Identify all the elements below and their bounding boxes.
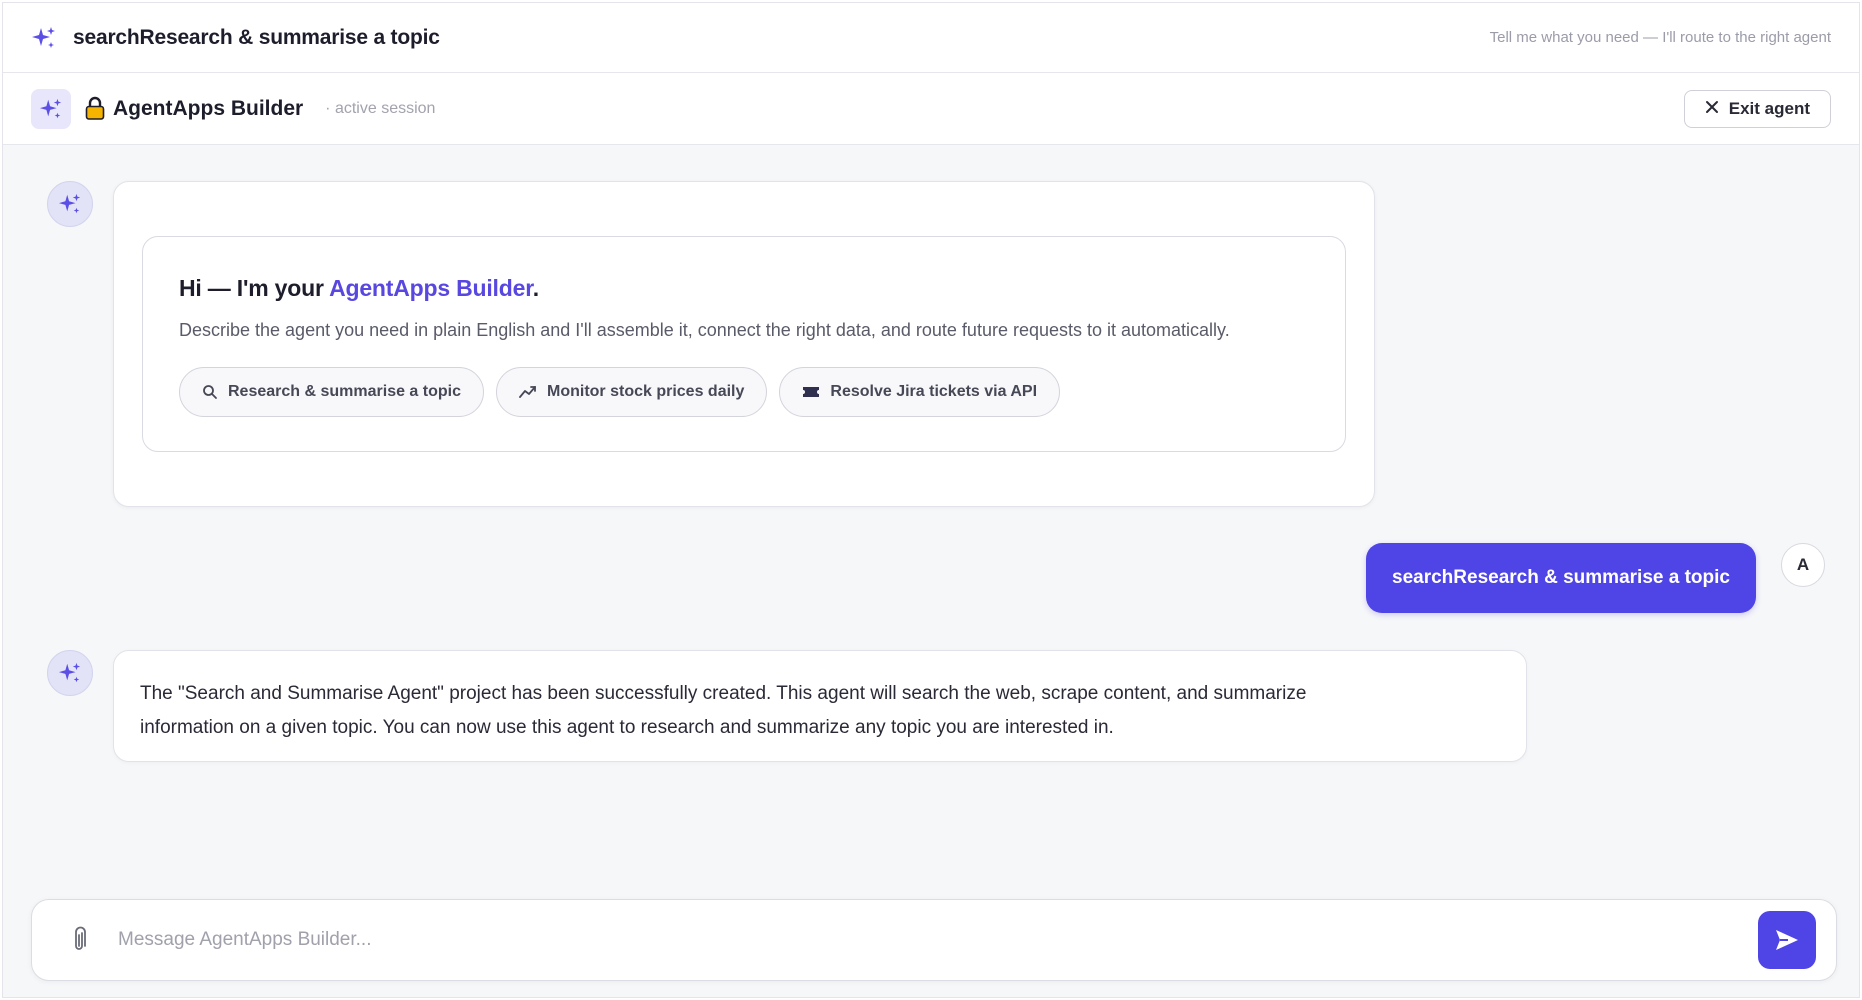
sparkle-icon <box>58 662 81 683</box>
exit-agent-label: Exit agent <box>1728 98 1810 118</box>
close-icon <box>1705 99 1719 119</box>
message-composer <box>31 899 1837 981</box>
session-status: · active session <box>325 99 436 117</box>
bot-avatar <box>47 650 93 696</box>
suggestion-chip-label: Research & summarise a topic <box>228 383 461 400</box>
app-window: searchResearch & summarise a topic Tell … <box>2 2 1860 998</box>
agent-sparkle-icon <box>31 88 71 129</box>
user-avatar: A <box>1781 543 1825 587</box>
lock-icon <box>85 96 105 120</box>
suggestion-chip-research[interactable]: Research & summarise a topic <box>179 367 484 417</box>
ticket-icon <box>803 387 820 397</box>
page-title: searchResearch & summarise a topic <box>73 25 440 49</box>
send-button[interactable] <box>1758 911 1816 969</box>
agent-name: AgentApps Builder <box>113 96 304 120</box>
paperclip-icon[interactable] <box>66 925 92 955</box>
welcome-title-prefix: Hi — I'm your <box>179 275 330 301</box>
user-message: searchResearch & summarise a topic <box>1366 543 1756 613</box>
message-input[interactable] <box>118 920 1758 960</box>
suggestion-chip-label: Resolve Jira tickets via API <box>830 383 1038 400</box>
bot-avatar <box>47 181 93 227</box>
welcome-description: Describe the agent you need in plain Eng… <box>179 320 1230 340</box>
top-bar: searchResearch & summarise a topic Tell … <box>3 3 1859 73</box>
bot-reply-line: information on a given topic. You can no… <box>140 717 1114 738</box>
search-icon <box>203 385 217 399</box>
welcome-message: Hi — I'm your AgentApps Builder. Describ… <box>113 181 1375 507</box>
bot-reply-message: The "Search and Summarise Agent" project… <box>113 650 1527 762</box>
sparkle-icon <box>31 25 57 51</box>
welcome-card: Hi — I'm your AgentApps Builder. Describ… <box>142 236 1346 452</box>
suggestion-chip-label: Monitor stock prices daily <box>547 383 745 400</box>
welcome-title-accent: AgentApps Builder <box>329 275 533 301</box>
screen: searchResearch & summarise a topic Tell … <box>0 0 1862 1000</box>
suggestion-chip-stocks[interactable]: Monitor stock prices daily <box>496 367 768 417</box>
exit-agent-button[interactable]: Exit agent <box>1683 89 1831 128</box>
routing-hint: Tell me what you need — I'll route to th… <box>1489 29 1831 46</box>
sparkle-icon <box>58 193 81 214</box>
send-icon <box>1776 930 1798 950</box>
suggestion-chip-jira[interactable]: Resolve Jira tickets via API <box>779 367 1061 417</box>
bot-reply-line: The "Search and Summarise Agent" project… <box>140 683 1307 704</box>
agent-bar: AgentApps Builder · active session Exit … <box>3 73 1859 145</box>
suggestion-chips: Research & summarise a topic Monitor sto… <box>179 367 1309 417</box>
welcome-title: Hi — I'm your AgentApps Builder. <box>179 275 1309 302</box>
welcome-title-suffix: . <box>532 275 539 301</box>
trend-icon <box>519 386 536 398</box>
